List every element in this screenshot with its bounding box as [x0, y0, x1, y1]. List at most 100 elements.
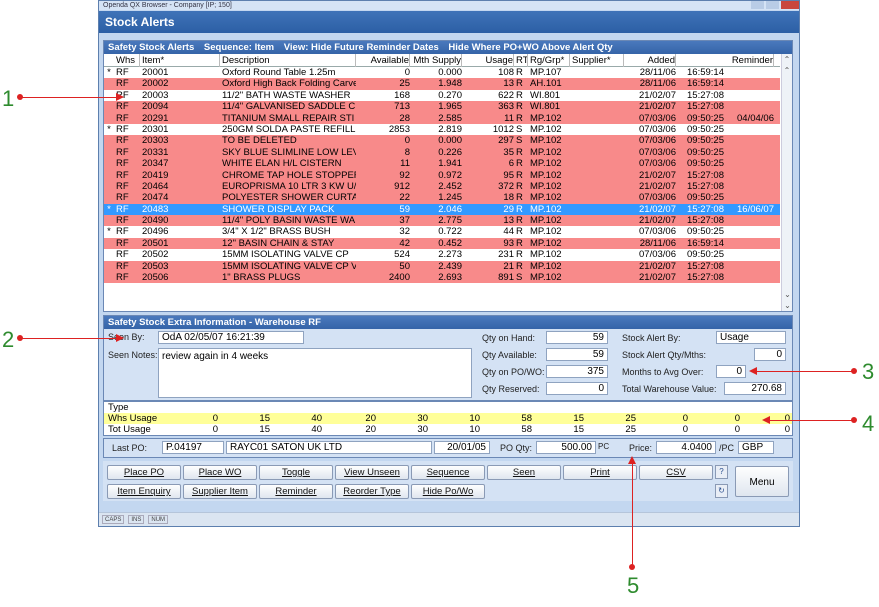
column-header[interactable]: Whs — [116, 54, 140, 67]
cell-time: 09:50:25 — [687, 146, 724, 158]
table-row[interactable]: RF 20474 POLYESTER SHOWER CURTA 22 1.245 18 R M… — [104, 192, 780, 204]
qty-on-hand-field[interactable]: 59 — [546, 331, 608, 344]
cell-item: 20094 — [142, 101, 169, 113]
seen-by-field[interactable]: OdA 02/05/07 16:21:39 — [158, 331, 304, 344]
callout-1-line — [20, 97, 118, 98]
scroll-down-icon[interactable]: ⌄ — [782, 300, 793, 311]
cell-time: 15:27:08 — [687, 101, 724, 113]
table-row[interactable]: RF 20502 15MM ISOLATING VALVE CP 524 2.273 23… — [104, 249, 780, 261]
cell-item: 20291 — [142, 112, 169, 124]
seen-button[interactable]: Seen — [487, 465, 561, 480]
qty-reserved-field[interactable]: 0 — [546, 382, 608, 395]
alert-qty-field[interactable]: 0 — [754, 348, 786, 361]
usage-cell: 0 — [682, 413, 688, 424]
column-header[interactable]: Reminder — [726, 54, 774, 67]
qty-on-po-field[interactable]: 375 — [546, 365, 608, 378]
toggle-button[interactable]: Toggle — [259, 465, 333, 480]
column-header[interactable]: Item* — [142, 54, 220, 67]
refresh-icon[interactable]: ↻ — [715, 484, 728, 498]
help-icon[interactable]: ? — [715, 465, 728, 479]
cell-usage: 21 — [503, 260, 514, 272]
cell-mark: * — [107, 123, 111, 135]
cell-desc: 1" BRASS PLUGS — [222, 272, 301, 284]
last-po-date[interactable]: 20/01/05 — [434, 441, 490, 454]
cell-time: 16:59:14 — [687, 67, 724, 78]
last-po-supplier[interactable]: RAYC01 SATON UK LTD — [226, 441, 432, 454]
table-row[interactable]: RF 20347 WHITE ELAN H/L CISTERN 11 1.941 6 R MP… — [104, 158, 780, 170]
cell-mth: 0.452 — [438, 237, 462, 249]
close-icon[interactable] — [781, 1, 799, 9]
cell-avail: 713 — [394, 101, 410, 113]
seen-notes-field[interactable]: review again in 4 weeks — [158, 348, 472, 398]
cell-rem: 04/04/06 — [737, 112, 774, 124]
minimize-icon[interactable] — [751, 1, 764, 9]
table-row[interactable]: RF 20503 15MM ISOLATING VALVE CP V 50 2.439 2… — [104, 260, 780, 273]
scroll-up-page-icon[interactable]: ⌃ — [782, 65, 792, 76]
cell-date: 28/11/06 — [639, 78, 676, 90]
table-row[interactable]: RF 20003 11/2" BATH WASTE WASHER 168 0.270 62… — [104, 89, 780, 102]
cell-desc: 12" BASIN CHAIN & STAY — [222, 237, 335, 249]
table-row[interactable]: RF 20094 11/4" GALVANISED SADDLE C 713 1.965… — [104, 101, 780, 113]
cell-whs: RF — [116, 192, 129, 204]
cell-avail: 42 — [399, 237, 410, 249]
table-row[interactable]: RF 20490 11/4" POLY BASIN WASTE WA 37 2.775 1… — [104, 215, 780, 227]
table-row[interactable]: * RF 20496 3/4" X 1/2" BRASS BUSH 32 0.722 44 R… — [104, 226, 780, 238]
price-field[interactable]: 4.0400 — [656, 441, 716, 454]
window-controls — [749, 1, 799, 10]
column-header[interactable]: Added — [626, 54, 676, 67]
sequence-button[interactable]: Sequence — [411, 465, 485, 480]
print-button[interactable]: Print — [563, 465, 637, 480]
cell-mth: 2.693 — [438, 272, 462, 284]
extra-info-panel: Safety Stock Extra Information - Warehou… — [103, 315, 793, 401]
view-unseen-button[interactable]: View Unseen — [335, 465, 409, 480]
table-row[interactable]: * RF 20483 SHOWER DISPLAY PACK 59 2.046 29 R MP.… — [104, 203, 780, 216]
supplier-item-button[interactable]: Supplier Item — [183, 484, 257, 499]
column-header[interactable]: Supplier* — [572, 54, 624, 67]
table-row[interactable]: * RF 20001 Oxford Round Table 1.25m 0 0.000 10… — [104, 67, 780, 79]
last-po-number[interactable]: P.04197 — [162, 441, 224, 454]
reorder-type-button[interactable]: Reorder Type — [335, 484, 409, 499]
table-row[interactable]: RF 20331 SKY BLUE SLIMLINE LOW LEV 8 0.226 35… — [104, 146, 780, 159]
column-header[interactable]: Usage — [464, 54, 514, 67]
menu-button[interactable]: Menu — [735, 466, 789, 497]
scroll-down-page-icon[interactable]: ⌄ — [782, 289, 793, 300]
column-header[interactable]: Available — [358, 54, 410, 67]
column-header[interactable]: Rg/Grp* — [530, 54, 570, 67]
column-header[interactable]: Mth Supply — [412, 54, 462, 67]
hide-powo-button[interactable]: Hide Po/Wo — [411, 484, 485, 499]
usage-cell: 30 — [417, 413, 428, 424]
csv-button[interactable]: CSV — [639, 465, 713, 480]
item-enquiry-button[interactable]: Item Enquiry — [107, 484, 181, 499]
grid-header: Safety Stock Alerts Sequence: Item View:… — [104, 41, 792, 54]
cell-mth: 1.245 — [438, 192, 462, 204]
reminder-button[interactable]: Reminder — [259, 484, 333, 499]
place-po-button[interactable]: Place PO — [107, 465, 181, 480]
table-row[interactable]: RF 20291 TITANIUM SMALL REPAIR STI 28 2.585 1… — [104, 112, 780, 124]
cell-usage: 13 — [503, 78, 514, 90]
po-qty-field[interactable]: 500.00 — [536, 441, 596, 454]
alert-by-label: Stock Alert By: — [622, 333, 681, 343]
table-row[interactable]: RF 20506 1" BRASS PLUGS 2400 2.693 891 S MP.102… — [104, 272, 780, 284]
qty-available-field[interactable]: 59 — [546, 348, 608, 361]
cell-grp: MP.107 — [530, 67, 562, 78]
cell-time: 09:50:25 — [687, 112, 724, 124]
type-header: Type — [104, 402, 792, 413]
place-wo-button[interactable]: Place WO — [183, 465, 257, 480]
months-avg-field[interactable]: 0 — [716, 365, 746, 378]
cell-rt: S — [516, 123, 523, 135]
maximize-icon[interactable] — [766, 1, 779, 9]
table-row[interactable]: RF 20464 EUROPRISMA 10 LTR 3 KW U/912 2.452… — [104, 180, 780, 193]
table-row[interactable]: RF 20002 Oxford High Back Folding Carver 25… — [104, 78, 780, 90]
alert-by-field[interactable]: Usage — [716, 331, 786, 344]
vertical-scrollbar[interactable]: ⌃ ⌃ ⌄ ⌄ — [781, 54, 792, 311]
column-header[interactable]: RT — [516, 54, 528, 67]
table-row[interactable]: RF 20419 CHROME TAP HOLE STOPPEF 92 0.972 95 R… — [104, 169, 780, 181]
scroll-up-icon[interactable]: ⌃ — [782, 54, 792, 65]
column-header[interactable]: Description — [222, 54, 356, 67]
table-row[interactable]: RF 20303 TO BE DELETED 0 0.000 297 S MP.102 07/0… — [104, 135, 780, 147]
currency-field[interactable]: GBP — [738, 441, 774, 454]
table-row[interactable]: * RF 20301 250GM SOLDA PASTE REFILL 2853 2.81… — [104, 123, 780, 136]
total-value-field[interactable]: 270.68 — [724, 382, 786, 395]
table-row[interactable]: RF 20501 12" BASIN CHAIN & STAY 42 0.452 93 R M… — [104, 237, 780, 250]
usage-cell: 15 — [259, 424, 270, 435]
